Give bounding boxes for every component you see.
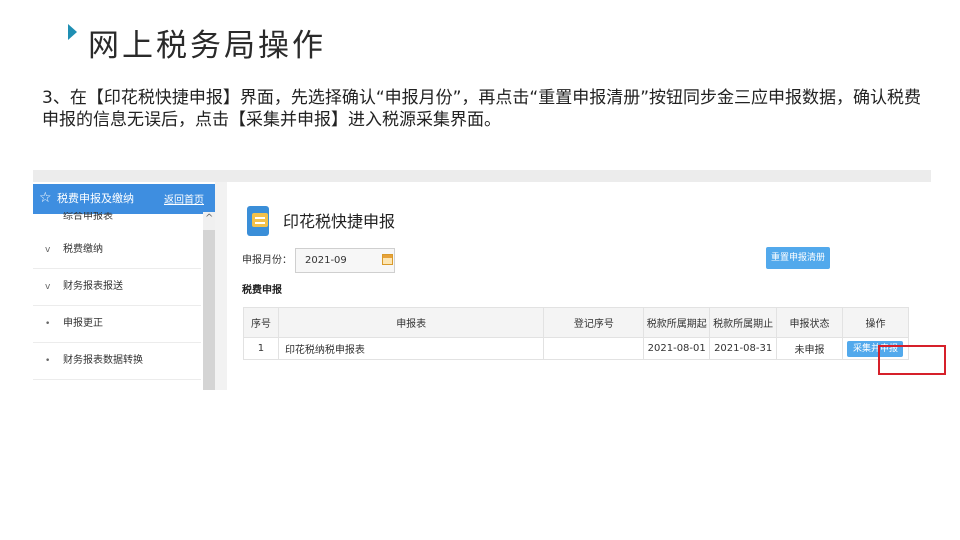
column-header: 申报状态 xyxy=(776,307,843,338)
scroll-up-icon[interactable]: ^ xyxy=(205,212,213,226)
cell-period-end: 2021-08-31 xyxy=(709,337,778,360)
slide-title: 网上税务局操作 xyxy=(88,28,326,64)
screenshot-panel: ☆ 税费申报及缴纳 返回首页 综合申报表 ^ v 税费缴纳 v 财务报表报送 •… xyxy=(33,170,946,390)
table-header-row: 序号 申报表 登记序号 税款所属期起 税款所属期止 申报状态 操作 xyxy=(243,307,910,338)
column-header: 税款所属期起 xyxy=(643,307,711,338)
form-page-icon xyxy=(247,206,269,236)
chevron-down-icon: v xyxy=(45,282,51,292)
star-icon: ☆ xyxy=(39,190,52,206)
home-link[interactable]: 返回首页 xyxy=(164,195,204,207)
bullet-icon: • xyxy=(45,319,51,329)
month-picker[interactable]: 2021-09 xyxy=(295,248,395,273)
sidebar-item-label: 财务报表报送 xyxy=(63,281,123,292)
instruction-text: 3、在【印花税快捷申报】界面，先选择确认“申报月份”，再点击“重置申报清册”按钮… xyxy=(42,88,922,130)
highlight-box xyxy=(878,345,946,375)
cell-status: 未申报 xyxy=(776,337,843,360)
sidebar-item-label: 财务报表数据转换 xyxy=(63,355,143,366)
sidebar-header[interactable]: ☆ 税费申报及缴纳 返回首页 xyxy=(33,184,215,214)
table-row: 1 印花税纳税申报表 2021-08-01 2021-08-31 未申报 采集并… xyxy=(243,337,910,360)
sidebar-item-label: 申报更正 xyxy=(63,318,103,329)
sidebar-item-label: 税费缴纳 xyxy=(63,244,103,255)
cell-form-name: 印花税纳税申报表 xyxy=(277,337,545,360)
sidebar: ☆ 税费申报及缴纳 返回首页 综合申报表 ^ v 税费缴纳 v 财务报表报送 •… xyxy=(33,182,215,390)
scrollbar-thumb[interactable] xyxy=(203,230,215,390)
browser-top-bar xyxy=(33,170,931,182)
section-title: 税费申报 xyxy=(242,285,282,296)
sidebar-item-partial[interactable]: 综合申报表 xyxy=(63,212,113,220)
page-title: 印花税快捷申报 xyxy=(283,212,396,231)
title-marker-icon xyxy=(68,24,77,40)
sidebar-item-tax-payment[interactable]: v 税费缴纳 xyxy=(33,232,201,269)
column-header: 税款所属期止 xyxy=(709,307,778,338)
reset-list-button[interactable]: 重置申报清册 xyxy=(766,247,830,269)
calendar-icon[interactable] xyxy=(382,254,393,265)
sidebar-item-financial-report[interactable]: v 财务报表报送 xyxy=(33,269,201,306)
cell-reg-no xyxy=(543,337,645,360)
column-header: 操作 xyxy=(841,307,910,338)
cell-period-start: 2021-08-01 xyxy=(643,337,711,360)
sidebar-item-correction[interactable]: • 申报更正 xyxy=(33,306,201,343)
cell-index: 1 xyxy=(243,337,279,360)
sidebar-scrollbar[interactable]: ^ xyxy=(203,212,215,390)
column-header: 申报表 xyxy=(277,307,545,338)
column-header: 序号 xyxy=(243,307,279,338)
main-content: 印花税快捷申报 申报月份： 2021-09 重置申报清册 税费申报 序号 申报表… xyxy=(227,182,946,390)
column-header: 登记序号 xyxy=(543,307,645,338)
month-label: 申报月份： xyxy=(242,255,292,266)
month-value: 2021-09 xyxy=(305,255,347,266)
sidebar-item-report-conversion[interactable]: • 财务报表数据转换 xyxy=(33,343,201,380)
tax-table: 序号 申报表 登记序号 税款所属期起 税款所属期止 申报状态 操作 1 印花税纳… xyxy=(243,307,910,360)
sidebar-header-title: 税费申报及缴纳 xyxy=(57,192,134,205)
bullet-icon: • xyxy=(45,356,51,366)
chevron-down-icon: v xyxy=(45,245,51,255)
